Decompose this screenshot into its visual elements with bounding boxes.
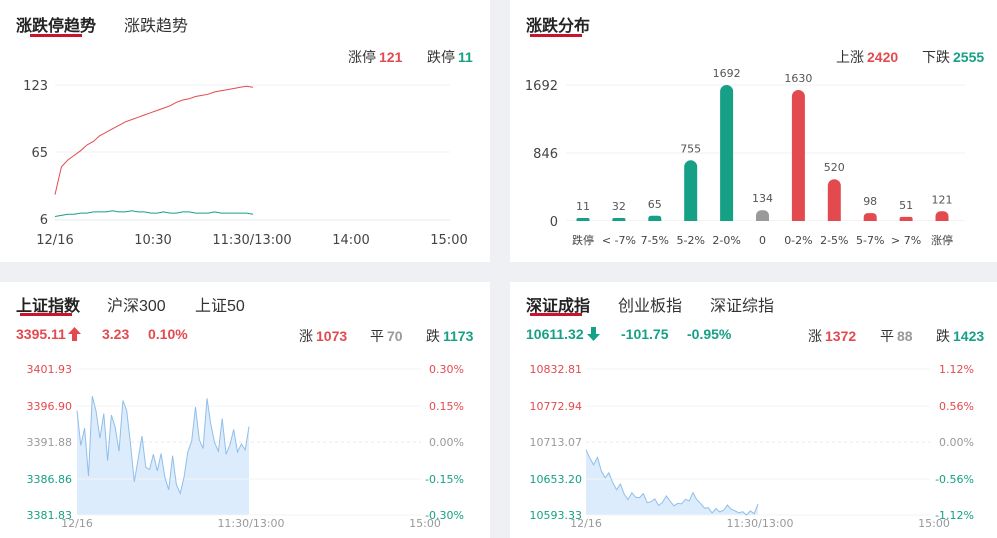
y-tick-label: 65 bbox=[31, 146, 48, 161]
y-left-label: 10713.07 bbox=[530, 436, 583, 449]
y-right-label: 0.30% bbox=[429, 363, 464, 376]
bar-value-label: 65 bbox=[648, 198, 662, 211]
y-left-label: 3396.90 bbox=[27, 400, 73, 413]
distribution-bar bbox=[827, 179, 841, 228]
y-tick-label: 0 bbox=[550, 215, 558, 230]
x-tick-label: 15:00 bbox=[409, 517, 441, 530]
y-right-label: 0.15% bbox=[429, 400, 464, 413]
shenzhen-index-panel: 深证成指 创业板指 深证综指 10611.32 -101.75 -0.95% 涨… bbox=[510, 282, 997, 538]
bar-value-label: 51 bbox=[899, 199, 913, 212]
limit-trend-panel: 涨跌停趋势 涨跌趋势 涨停 121 跌停 11 123 65 6 12/16 10:… bbox=[0, 0, 490, 262]
y-right-label: 0.00% bbox=[429, 436, 464, 449]
x-tick-label: 12/16 bbox=[36, 233, 73, 248]
y-tick-label: 6 bbox=[40, 213, 48, 228]
limit-trend-chart: 123 65 6 12/16 10:30 11:30/13:00 14:00 1… bbox=[23, 79, 468, 248]
distribution-chart: 1692 846 0 11 32 65 755 1692 134 1630 520 98 51 12… bbox=[525, 67, 966, 247]
category-label: 7-5% bbox=[641, 234, 669, 247]
category-label: 0-2% bbox=[784, 234, 812, 247]
distribution-bar bbox=[720, 85, 734, 228]
x-tick-label: 11:30/13:00 bbox=[726, 517, 793, 530]
sse-intraday-chart: 3401.93 3396.90 3391.88 3386.86 3381.83 … bbox=[27, 363, 465, 530]
limit-up-series-line bbox=[54, 85, 254, 195]
y-tick-label: 1692 bbox=[525, 79, 558, 94]
bar-value-label: 1630 bbox=[784, 72, 812, 85]
x-tick-label: 12/16 bbox=[570, 517, 602, 530]
x-tick-label: 11:30/13:00 bbox=[217, 517, 284, 530]
category-label: 5-7% bbox=[856, 234, 884, 247]
bar-value-label: 1692 bbox=[713, 67, 741, 80]
limit-down-series-line bbox=[54, 210, 254, 217]
bar-value-label: 98 bbox=[863, 195, 877, 208]
distribution-bar bbox=[684, 160, 698, 228]
bar-value-label: 121 bbox=[932, 193, 953, 206]
distribution-panel: 涨跌分布 上涨 2420 下跌 2555 1692 846 0 11 32 65 755 1… bbox=[510, 0, 997, 262]
category-label: > 7% bbox=[891, 234, 921, 247]
szse-price-area bbox=[586, 449, 758, 515]
bar-value-label: 11 bbox=[576, 200, 590, 213]
x-tick-label: 14:00 bbox=[332, 233, 369, 248]
y-right-label: 0.56% bbox=[939, 400, 974, 413]
category-label: 涨停 bbox=[931, 233, 953, 247]
x-tick-label: 12/16 bbox=[61, 517, 93, 530]
x-tick-label: 11:30/13:00 bbox=[212, 233, 291, 248]
baseline-cover bbox=[566, 221, 966, 229]
category-label: 5-2% bbox=[676, 234, 704, 247]
distribution-bar bbox=[791, 90, 805, 228]
y-right-label: -0.15% bbox=[425, 473, 464, 486]
y-left-label: 3391.88 bbox=[27, 436, 73, 449]
y-left-label: 10653.20 bbox=[530, 473, 583, 486]
sse-price-area bbox=[77, 396, 249, 515]
y-tick-label: 123 bbox=[23, 79, 48, 94]
y-right-label: 1.12% bbox=[939, 363, 974, 376]
bar-value-label: 32 bbox=[612, 200, 626, 213]
x-tick-label: 15:00 bbox=[430, 233, 467, 248]
category-label: 2-0% bbox=[712, 234, 740, 247]
y-left-label: 10832.81 bbox=[530, 363, 583, 376]
x-tick-label: 15:00 bbox=[918, 517, 950, 530]
y-right-label: -0.56% bbox=[935, 473, 974, 486]
category-label: 2-5% bbox=[820, 234, 848, 247]
category-label: < -7% bbox=[602, 234, 636, 247]
bar-value-label: 755 bbox=[680, 142, 701, 155]
y-left-label: 10772.94 bbox=[530, 400, 583, 413]
category-label: 跌停 bbox=[572, 233, 594, 247]
category-label: 0 bbox=[759, 234, 766, 247]
shanghai-index-panel: 上证指数 沪深300 上证50 3395.11 3.23 0.10% 涨 1073… bbox=[0, 282, 490, 538]
bar-value-label: 520 bbox=[824, 161, 845, 174]
x-tick-label: 10:30 bbox=[134, 233, 171, 248]
y-left-label: 3401.93 bbox=[27, 363, 73, 376]
bar-value-label: 134 bbox=[752, 192, 773, 205]
y-tick-label: 846 bbox=[533, 147, 558, 162]
szse-intraday-chart: 10832.81 10772.94 10713.07 10653.20 1059… bbox=[530, 363, 975, 530]
y-right-label: 0.00% bbox=[939, 436, 974, 449]
y-left-label: 3386.86 bbox=[27, 473, 73, 486]
